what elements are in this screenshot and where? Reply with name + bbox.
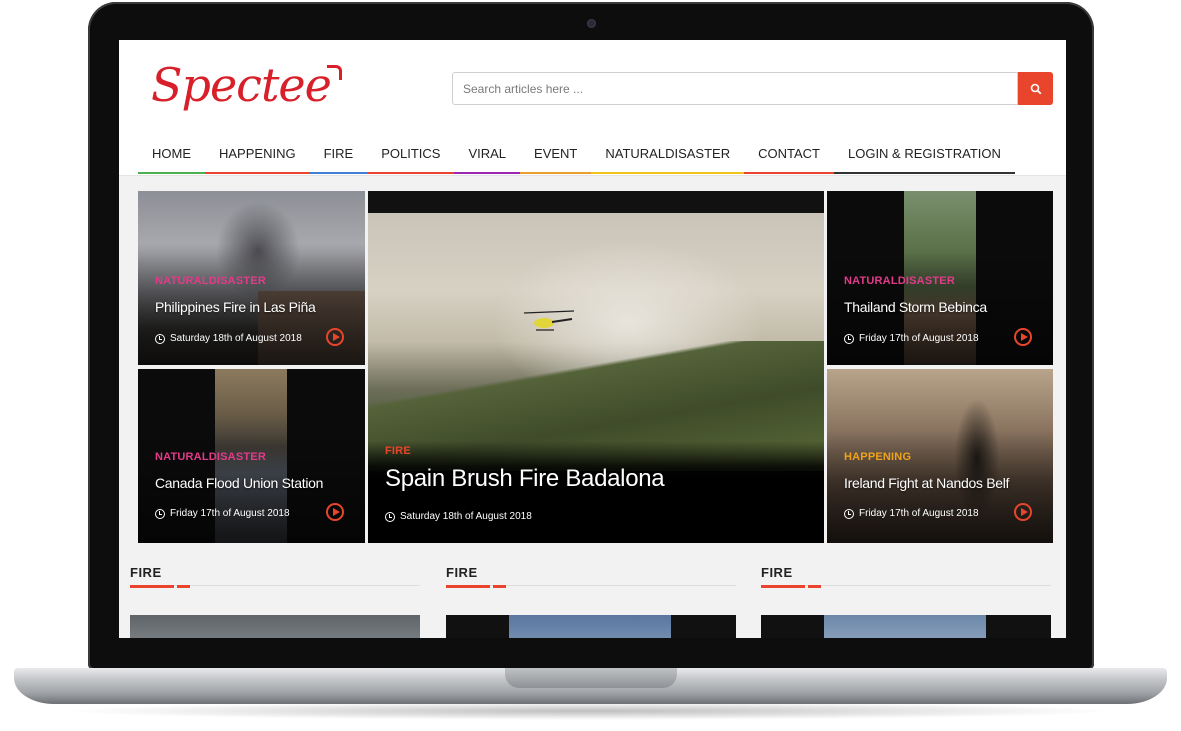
- tile-date: Saturday 18th of August 2018: [155, 333, 302, 344]
- tile-title[interactable]: Thailand Storm Bebinca: [844, 299, 987, 315]
- nav-happening[interactable]: HAPPENING: [205, 139, 310, 174]
- clock-icon: [155, 333, 165, 344]
- featured-category: FIRE: [385, 445, 411, 457]
- nav-politics[interactable]: POLITICS: [367, 139, 455, 174]
- laptop-notch: [505, 668, 677, 688]
- nav-viral[interactable]: VIRAL: [454, 139, 521, 174]
- nav-login-registration[interactable]: LOGIN & REGISTRATION: [833, 139, 1015, 174]
- tile-category: NATURALDISASTER: [844, 275, 955, 287]
- section-thumbnail[interactable]: [761, 615, 1051, 638]
- clock-icon: [844, 333, 854, 344]
- hero-tile-canada[interactable]: NATURALDISASTER Canada Flood Union Stati…: [138, 369, 365, 543]
- hero-featured-spain[interactable]: FIRE Spain Brush Fire Badalona Saturday …: [368, 191, 824, 543]
- hero-tile-thailand[interactable]: NATURALDISASTER Thailand Storm Bebinca F…: [827, 191, 1053, 365]
- section-title[interactable]: FIRE: [761, 565, 1051, 580]
- tile-date: Friday 17th of August 2018: [844, 508, 979, 519]
- site-logo[interactable]: Spectee: [151, 58, 332, 112]
- featured-date: Saturday 18th of August 2018: [385, 511, 532, 522]
- tile-title[interactable]: Canada Flood Union Station: [155, 475, 323, 491]
- play-icon[interactable]: [326, 328, 344, 346]
- hero-tile-ireland[interactable]: HAPPENING Ireland Fight at Nandos Belf F…: [827, 369, 1053, 543]
- section-divider: [130, 585, 420, 591]
- nav-contact[interactable]: CONTACT: [744, 139, 834, 174]
- tile-date: Friday 17th of August 2018: [155, 508, 290, 519]
- nav-event[interactable]: EVENT: [520, 139, 592, 174]
- nav-fire[interactable]: FIRE: [309, 139, 368, 174]
- section-title[interactable]: FIRE: [130, 565, 420, 580]
- play-icon[interactable]: [326, 503, 344, 521]
- section-thumbnail[interactable]: [130, 615, 420, 638]
- section-fire-2: FIRE: [446, 565, 736, 638]
- section-divider: [761, 585, 1051, 591]
- search-button[interactable]: [1018, 72, 1053, 105]
- clock-icon: [844, 508, 854, 519]
- play-icon[interactable]: [1014, 503, 1032, 521]
- section-fire-3: FIRE: [761, 565, 1051, 638]
- helicopter-icon: [523, 310, 575, 331]
- section-title[interactable]: FIRE: [446, 565, 736, 580]
- main-nav: HOME HAPPENING FIRE POLITICS VIRAL EVENT…: [138, 139, 1015, 175]
- logo-swoosh-icon: [327, 65, 342, 80]
- nav-naturaldisaster[interactable]: NATURALDISASTER: [591, 139, 745, 174]
- hero-grid: NATURALDISASTER Philippines Fire in Las …: [138, 191, 1053, 543]
- tile-category: NATURALDISASTER: [155, 451, 266, 463]
- section-thumbnail[interactable]: [446, 615, 736, 638]
- tile-category: NATURALDISASTER: [155, 275, 266, 287]
- section-fire-1: FIRE: [130, 565, 420, 638]
- tile-date: Friday 17th of August 2018: [844, 333, 979, 344]
- site-header: Spectee HOME HAPPENING FIRE POLITICS VIR…: [119, 40, 1066, 176]
- camera-icon: [587, 19, 596, 28]
- featured-title[interactable]: Spain Brush Fire Badalona: [385, 465, 665, 493]
- tile-title[interactable]: Ireland Fight at Nandos Belf: [844, 475, 1009, 491]
- clock-icon: [155, 508, 165, 519]
- clock-icon: [385, 511, 395, 522]
- search-icon: [1030, 83, 1041, 94]
- hero-tile-philippines[interactable]: NATURALDISASTER Philippines Fire in Las …: [138, 191, 365, 365]
- nav-home[interactable]: HOME: [138, 139, 205, 174]
- browser-screen: Spectee HOME HAPPENING FIRE POLITICS VIR…: [119, 40, 1066, 638]
- laptop-shadow: [60, 702, 1120, 720]
- play-icon[interactable]: [1014, 328, 1032, 346]
- tile-category: HAPPENING: [844, 451, 912, 463]
- tile-title[interactable]: Philippines Fire in Las Piña: [155, 299, 316, 315]
- section-divider: [446, 585, 736, 591]
- search-input[interactable]: [452, 72, 1018, 105]
